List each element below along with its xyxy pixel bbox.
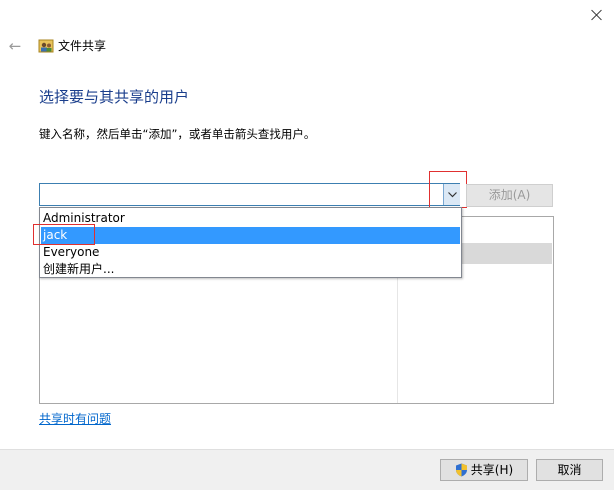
user-name-combobox[interactable] <box>39 183 460 206</box>
instruction-text: 键入名称，然后单击“添加”，或者单击箭头查找用户。 <box>39 127 316 141</box>
back-arrow-icon[interactable]: ← <box>6 37 24 55</box>
chevron-down-icon[interactable] <box>443 184 460 205</box>
help-link[interactable]: 共享时有问题 <box>39 411 111 427</box>
user-dropdown-list[interactable]: Administrator jack Everyone 创建新用户... <box>39 207 462 278</box>
dropdown-item-administrator[interactable]: Administrator <box>41 210 460 227</box>
dropdown-item-create-new-user[interactable]: 创建新用户... <box>41 261 460 278</box>
shield-icon <box>455 463 468 483</box>
share-button[interactable]: 共享(H) <box>440 459 528 481</box>
add-button[interactable]: 添加(A) <box>466 184 553 207</box>
cancel-button[interactable]: 取消 <box>536 459 603 481</box>
users-icon <box>38 38 54 54</box>
close-icon[interactable] <box>584 4 610 26</box>
share-button-label: 共享(H) <box>470 463 514 477</box>
dropdown-item-everyone[interactable]: Everyone <box>41 244 460 261</box>
dropdown-item-jack[interactable]: jack <box>41 227 460 244</box>
page-heading: 选择要与其共享的用户 <box>39 88 190 106</box>
window-title: 文件共享 <box>58 39 107 53</box>
